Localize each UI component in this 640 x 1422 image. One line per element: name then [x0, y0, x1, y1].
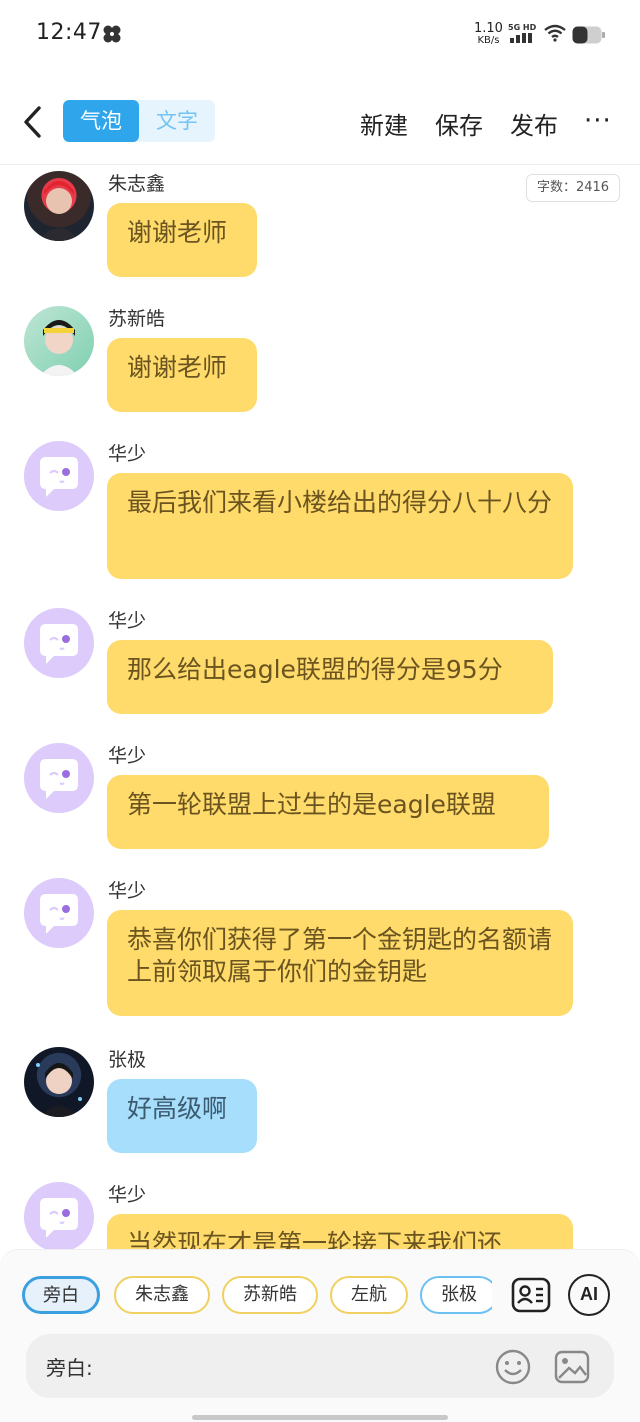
sender-name: 华少: [108, 745, 147, 767]
avatar-narrator[interactable]: [24, 608, 94, 678]
avatar-narrator[interactable]: [24, 441, 94, 511]
message-bubble[interactable]: 最后我们来看小楼给出的得分八十八分: [107, 473, 573, 579]
contact-card-icon[interactable]: [510, 1274, 552, 1316]
ai-button[interactable]: AI: [568, 1274, 610, 1316]
signal-icon: 5G HD: [508, 23, 537, 43]
new-button[interactable]: 新建: [360, 106, 408, 141]
tab-text[interactable]: 文字: [139, 100, 215, 142]
save-button[interactable]: 保存: [435, 106, 483, 141]
avatar-su-xinhao[interactable]: [24, 306, 94, 376]
publish-button[interactable]: 发布: [510, 106, 558, 141]
message-bubble[interactable]: 恭喜你们获得了第一个金钥匙的名额请上前领取属于你们的金钥匙: [107, 910, 573, 1016]
status-bar: 12:47 1.10 KB/s 5G HD: [0, 0, 640, 68]
mode-switch: 气泡 文字: [63, 100, 215, 142]
message-bubble[interactable]: 谢谢老师: [107, 338, 257, 412]
bottom-panel: 旁白 朱志鑫 苏新皓 左航 张极 AI 旁白:: [0, 1249, 640, 1422]
avatar-narrator[interactable]: [24, 1182, 94, 1249]
sender-name: 朱志鑫: [108, 173, 166, 195]
home-indicator: [192, 1415, 448, 1420]
chip-narrator[interactable]: 旁白: [22, 1276, 100, 1314]
sender-name: 华少: [108, 880, 147, 902]
chat-list[interactable]: 朱志鑫 谢谢老师 苏新皓 谢谢老师 华少 最后我们来看小楼给出的得分八十八分 华…: [0, 165, 640, 1249]
message-bubble[interactable]: 谢谢老师: [107, 203, 257, 277]
message-bubble[interactable]: 好高级啊: [107, 1079, 257, 1153]
sender-name: 华少: [108, 610, 147, 632]
chat-bubble-icon: [40, 894, 78, 934]
chat-bubble-icon: [40, 759, 78, 799]
avatar-narrator[interactable]: [24, 743, 94, 813]
tab-bubble[interactable]: 气泡: [63, 100, 139, 142]
emoji-icon[interactable]: [494, 1348, 532, 1386]
word-count-badge: 字数：2416: [526, 174, 620, 202]
message-input[interactable]: 旁白:: [26, 1334, 614, 1398]
character-chips: 旁白 朱志鑫 苏新皓 左航 张极: [22, 1276, 492, 1316]
sender-name: 张极: [108, 1049, 147, 1071]
sender-name: 华少: [108, 1184, 147, 1206]
speed-unit: KB/s: [477, 35, 500, 46]
input-speaker-label: 旁白:: [46, 1356, 93, 1380]
person-icon: [36, 1063, 82, 1117]
message-bubble[interactable]: 那么给出eagle联盟的得分是95分: [107, 640, 553, 714]
fan-icon: [103, 25, 121, 43]
avatar-narrator[interactable]: [24, 878, 94, 948]
message-bubble[interactable]: 第一轮联盟上过生的是eagle联盟: [107, 775, 549, 849]
message-bubble[interactable]: 当然现在才是第一轮接下来我们还: [107, 1214, 573, 1249]
chip-zhu-zhixin[interactable]: 朱志鑫: [114, 1276, 210, 1314]
person-icon: [38, 181, 80, 241]
chat-bubble-icon: [40, 624, 78, 664]
more-menu-button[interactable]: ···: [584, 106, 612, 136]
avatar-zhu-zhixin[interactable]: [24, 171, 94, 241]
chat-bubble-icon: [40, 457, 78, 497]
speed-value: 1.10: [474, 21, 503, 36]
chip-zhang-ji[interactable]: 张极: [420, 1276, 492, 1314]
avatar-zhang-ji[interactable]: [24, 1047, 94, 1117]
svg-text:5G HD: 5G HD: [508, 23, 537, 32]
back-arrow-icon[interactable]: [18, 100, 48, 144]
chat-bubble-icon: [40, 1198, 78, 1238]
chip-su-xinhao[interactable]: 苏新皓: [222, 1276, 318, 1314]
battery-icon: [572, 26, 605, 44]
person-icon: [40, 320, 78, 376]
sender-name: 苏新皓: [108, 308, 166, 330]
sender-name: 华少: [108, 443, 147, 465]
network-speed: 1.10 KB/s: [474, 22, 503, 46]
top-bar: 气泡 文字 新建 保存 发布 ···: [0, 92, 640, 154]
wifi-icon: [544, 24, 566, 42]
chip-zuo-hang[interactable]: 左航: [330, 1276, 408, 1314]
status-time: 12:47: [36, 20, 102, 45]
image-icon[interactable]: [553, 1348, 591, 1386]
